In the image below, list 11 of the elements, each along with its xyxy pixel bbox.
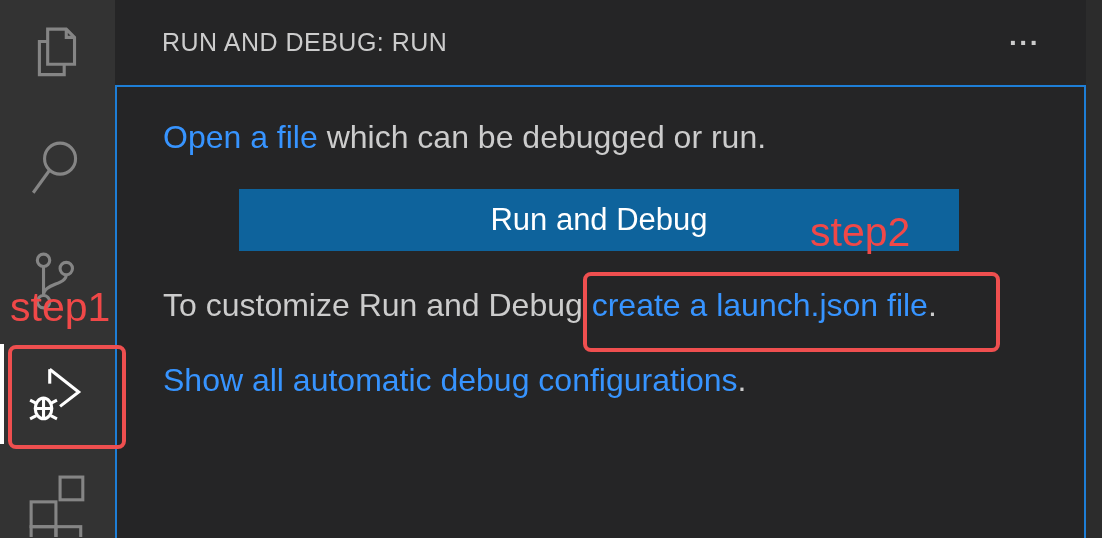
info-text: . [737, 362, 747, 398]
panel-title: RUN AND DEBUG: RUN [162, 28, 448, 57]
link[interactable]: Open a file [163, 119, 318, 155]
info-text: which can be debugged or run. [325, 119, 767, 155]
more-actions-button[interactable]: ··· [1003, 26, 1046, 59]
annotation-label: step1 [10, 287, 111, 328]
annotation-label: step2 [810, 212, 911, 253]
link[interactable]: create a launch.json file [591, 287, 928, 323]
link[interactable]: Show all automatic debug configurations [163, 362, 738, 398]
info-text: . [927, 287, 937, 323]
info-text: To customize Run and Debug [163, 287, 584, 323]
